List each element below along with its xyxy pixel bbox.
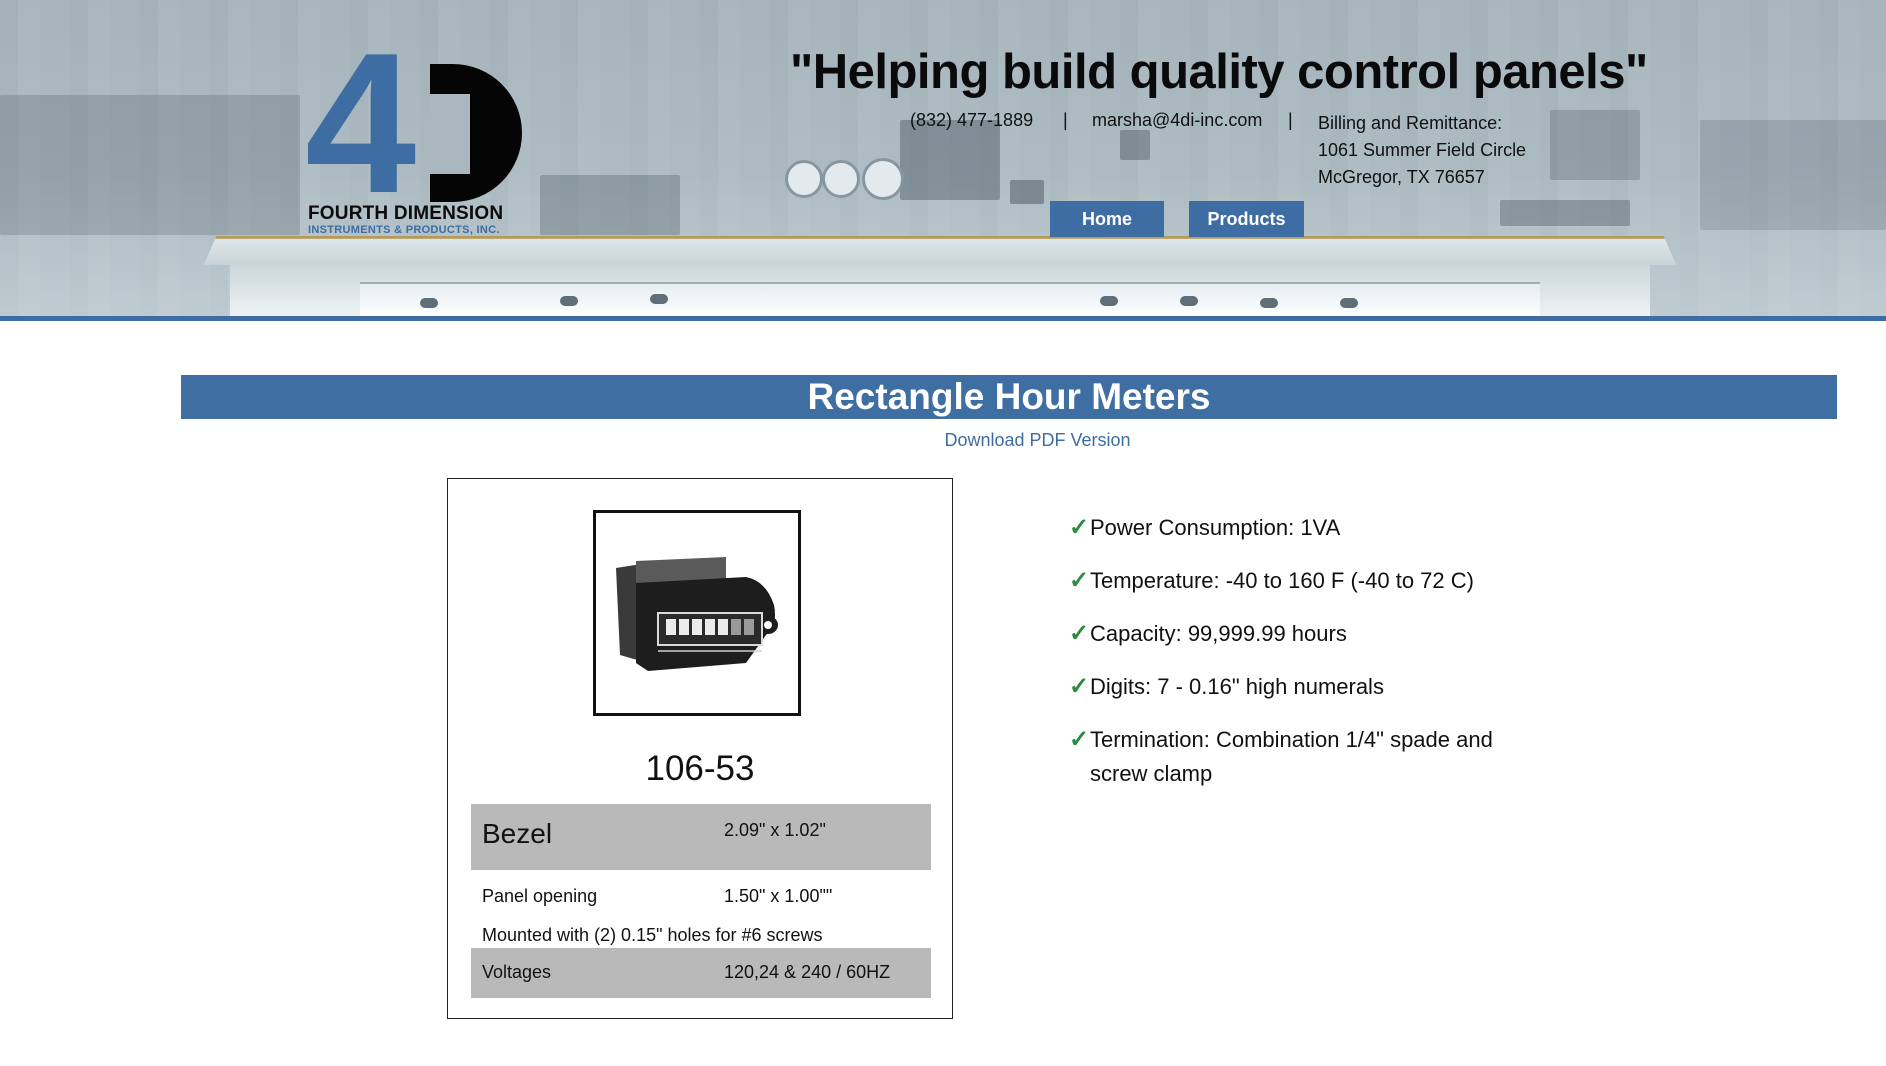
nav-home-button[interactable]: Home: [1050, 201, 1164, 237]
product-model: 106-53: [645, 749, 755, 788]
feature-text: Temperature: -40 to 160 F (-40 to 72 C): [1090, 568, 1474, 593]
page-title: Rectangle Hour Meters: [181, 375, 1837, 419]
hour-meter-icon: [616, 557, 778, 671]
feature-item: ✓ Termination: Combination 1/4" spade an…: [1068, 723, 1528, 791]
spec-row-mounting: Mounted with (2) 0.15" holes for #6 scre…: [471, 919, 931, 949]
spec-label: Voltages: [482, 962, 552, 982]
feature-item: ✓ Power Consumption: 1VA: [1068, 511, 1528, 545]
spec-row-voltages: Voltages 120,24 & 240 / 60HZ: [471, 948, 931, 998]
email-link[interactable]: marsha@4di-inc.com: [1092, 110, 1262, 131]
billing-heading: Billing and Remittance:: [1318, 113, 1503, 133]
logo-brand-subtitle: INSTRUMENTS & PRODUCTS, INC.: [308, 224, 500, 236]
checkmark-icon: ✓: [1069, 726, 1090, 753]
company-logo[interactable]: 4 FOURTH DIMENSION INSTRUMENTS & PRODUCT…: [305, 24, 535, 240]
phone-number[interactable]: (832) 477-1889: [910, 110, 1033, 131]
billing-street: 1061 Summer Field Circle: [1318, 140, 1527, 160]
checkmark-icon: ✓: [1069, 673, 1090, 700]
spec-label: Panel opening: [482, 886, 598, 906]
site-tagline: "Helping build quality control panels": [790, 45, 1648, 99]
checkmark-icon: ✓: [1069, 620, 1090, 647]
contact-separator: |: [1288, 110, 1293, 130]
billing-address: Billing and Remittance: 1061 Summer Fiel…: [1318, 110, 1526, 191]
feature-item: ✓ Temperature: -40 to 160 F (-40 to 72 C…: [1068, 564, 1528, 598]
spec-value: 1.50" x 1.00"": [724, 886, 833, 906]
site-header: 4 FOURTH DIMENSION INSTRUMENTS & PRODUCT…: [0, 0, 1886, 316]
feature-text: Termination: Combination 1/4" spade and …: [1090, 727, 1493, 786]
spec-value: 2.09" x 1.02": [724, 820, 826, 840]
feature-item: ✓ Digits: 7 - 0.16" high numerals: [1068, 670, 1528, 704]
download-pdf-link[interactable]: Download PDF Version: [944, 430, 1130, 450]
spec-value: 120,24 & 240 / 60HZ: [724, 962, 891, 982]
spec-label: Bezel: [482, 818, 553, 849]
spec-row-bezel: Bezel 2.09" x 1.02": [471, 804, 931, 870]
checkmark-icon: ✓: [1069, 567, 1090, 594]
feature-text: Power Consumption: 1VA: [1090, 515, 1341, 540]
billing-city: McGregor, TX 76657: [1318, 167, 1485, 187]
spec-note: Mounted with (2) 0.15" holes for #6 scre…: [482, 925, 823, 945]
checkmark-icon: ✓: [1069, 514, 1090, 541]
product-image: [593, 510, 801, 716]
spec-row-panel-opening: Panel opening 1.50" x 1.00"": [471, 879, 931, 911]
feature-text: Capacity: 99,999.99 hours: [1090, 621, 1347, 646]
logo-brand-name: FOURTH DIMENSION: [308, 203, 504, 224]
nav-products-button[interactable]: Products: [1189, 201, 1304, 237]
product-card: 106-53 Bezel 2.09" x 1.02" Panel opening…: [447, 478, 953, 1019]
feature-list: ✓ Power Consumption: 1VA ✓ Temperature: …: [1068, 511, 1528, 810]
logo-mark-four: 4: [305, 12, 416, 235]
feature-text: Digits: 7 - 0.16" high numerals: [1090, 674, 1384, 699]
contact-separator: |: [1063, 110, 1068, 130]
header-divider: [0, 316, 1886, 321]
feature-item: ✓ Capacity: 99,999.99 hours: [1068, 617, 1528, 651]
